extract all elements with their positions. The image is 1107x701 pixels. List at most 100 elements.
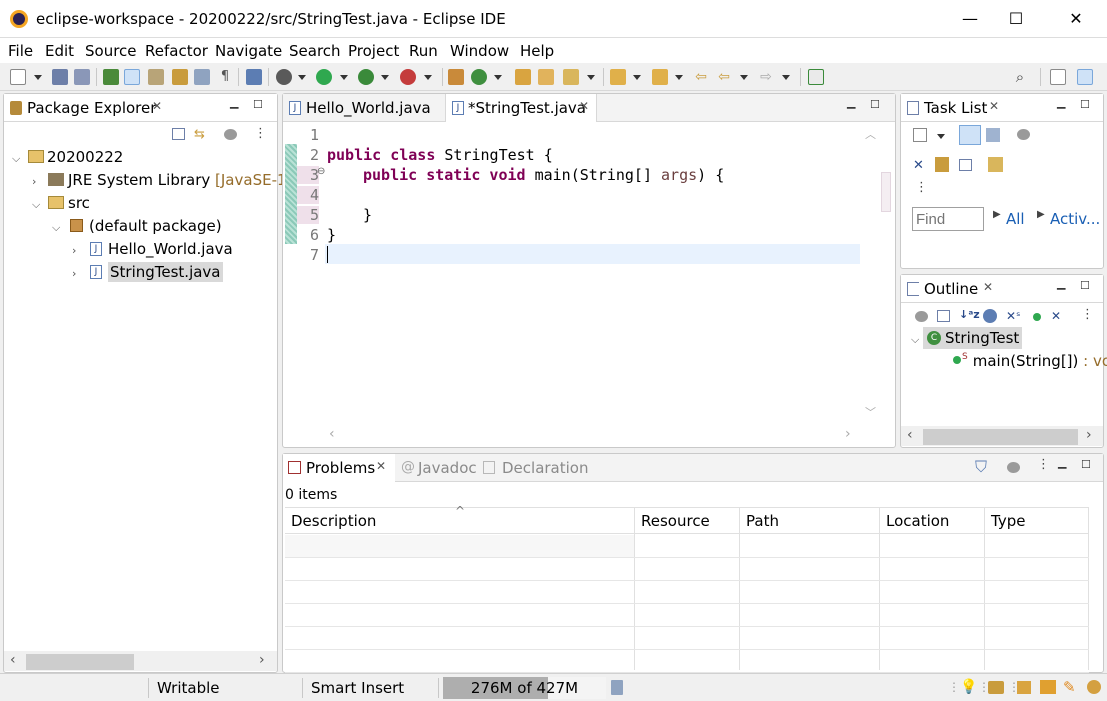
close-button[interactable]: ✕ bbox=[1053, 0, 1099, 38]
notifications-icon[interactable] bbox=[1087, 680, 1101, 694]
menu-search[interactable]: Search bbox=[289, 42, 341, 60]
activate-link[interactable]: Activ... bbox=[1050, 210, 1100, 228]
task-find-input[interactable] bbox=[912, 207, 984, 231]
scroll-thumb[interactable] bbox=[923, 429, 1078, 445]
hide-local-types-icon[interactable]: ✕ bbox=[1051, 309, 1061, 323]
hide-non-public-icon[interactable] bbox=[1033, 313, 1041, 321]
book-icon[interactable] bbox=[1017, 681, 1031, 694]
new-icon[interactable] bbox=[10, 69, 26, 85]
graduation-cap-icon[interactable] bbox=[1040, 680, 1056, 694]
new-class-icon[interactable] bbox=[471, 69, 487, 85]
external-tools-icon[interactable] bbox=[400, 69, 416, 85]
filter-icon[interactable] bbox=[1017, 129, 1030, 140]
open-type-icon[interactable] bbox=[103, 69, 119, 85]
last-edit-icon[interactable]: ⇦ bbox=[693, 69, 709, 85]
editor-vertical-scrollbar[interactable]: ︿ ﹀ bbox=[860, 124, 880, 424]
editor-horizontal-scrollbar[interactable]: ‹ › bbox=[325, 426, 860, 444]
forward-dropdown-icon[interactable] bbox=[782, 75, 790, 80]
heap-status[interactable]: 276M of 427M bbox=[443, 677, 606, 699]
scroll-left-icon[interactable]: ‹ bbox=[907, 427, 913, 443]
forward-icon[interactable]: ⇨ bbox=[758, 69, 774, 85]
block-icon[interactable] bbox=[194, 69, 210, 85]
code-area[interactable]: public class StringTest { public static … bbox=[325, 124, 860, 424]
external-tools-dropdown-icon[interactable] bbox=[424, 75, 432, 80]
minimize-view-icon[interactable]: ▁ bbox=[1057, 96, 1065, 109]
maximize-view-icon[interactable]: ☐ bbox=[1080, 98, 1090, 111]
new-task-icon[interactable] bbox=[913, 128, 927, 142]
close-tab-icon[interactable]: ✕ bbox=[989, 99, 999, 113]
sort-icon[interactable]: ↓ᵃz bbox=[959, 308, 980, 321]
previous-annotation-icon[interactable] bbox=[652, 69, 668, 85]
outline-horizontal-scrollbar[interactable]: ‹ › bbox=[901, 426, 1103, 446]
synchronize-icon[interactable] bbox=[988, 157, 1003, 172]
task-list-tab[interactable]: Task List bbox=[924, 94, 987, 122]
menu-window[interactable]: Window bbox=[450, 42, 509, 60]
minimize-button[interactable]: — bbox=[947, 0, 993, 38]
open-perspective-icon[interactable] bbox=[1050, 69, 1066, 85]
maximize-view-icon[interactable]: ☐ bbox=[1080, 279, 1090, 292]
previous-annotation-dropdown-icon[interactable] bbox=[675, 75, 683, 80]
collapse-all-icon[interactable] bbox=[172, 128, 185, 140]
maximize-button[interactable]: ☐ bbox=[993, 0, 1039, 38]
filter-icon[interactable] bbox=[224, 129, 237, 140]
tab-stringtest[interactable]: J *StringTest.java ✕ bbox=[445, 94, 597, 122]
menu-source[interactable]: Source bbox=[85, 42, 137, 60]
menu-help[interactable]: Help bbox=[520, 42, 554, 60]
hide-completed-icon[interactable]: ✕ bbox=[913, 158, 927, 173]
open-resource-icon[interactable] bbox=[538, 69, 554, 85]
menu-project[interactable]: Project bbox=[348, 42, 399, 60]
close-tab-icon[interactable]: ✕ bbox=[376, 459, 386, 473]
outline-class-node[interactable]: ⌵ C StringTest bbox=[911, 327, 1023, 349]
scheduled-icon[interactable] bbox=[986, 128, 1000, 142]
scroll-thumb[interactable] bbox=[26, 654, 134, 670]
column-header-location[interactable]: Location bbox=[886, 512, 949, 530]
column-header-resource[interactable]: Resource bbox=[641, 512, 710, 530]
column-header-path[interactable]: Path bbox=[746, 512, 779, 530]
minimize-view-icon[interactable]: ▁ bbox=[1057, 277, 1065, 290]
new-class-dropdown-icon[interactable] bbox=[494, 75, 502, 80]
menu-file[interactable]: File bbox=[8, 42, 33, 60]
scroll-right-icon[interactable]: › bbox=[845, 426, 851, 442]
back-dropdown-icon[interactable] bbox=[740, 75, 748, 80]
edit-icon[interactable] bbox=[148, 69, 164, 85]
open-folder-icon[interactable] bbox=[515, 69, 531, 85]
garbage-collect-icon[interactable] bbox=[611, 680, 623, 695]
package-explorer-tab[interactable]: Package Explorer bbox=[27, 94, 156, 122]
hide-fields-icon[interactable] bbox=[983, 309, 997, 323]
tree-file-hello-world[interactable]: › J Hello_World.java bbox=[72, 240, 233, 258]
outline-method-node[interactable]: Smain(String[]) : voi bbox=[953, 352, 1107, 370]
run-dropdown-icon[interactable] bbox=[340, 75, 348, 80]
java-perspective-icon[interactable] bbox=[1077, 69, 1093, 85]
tab-javadoc[interactable]: @ Javadoc bbox=[401, 454, 479, 482]
hide-static-icon[interactable]: ✕ˢ bbox=[1006, 309, 1021, 323]
scroll-right-icon[interactable]: › bbox=[259, 652, 265, 668]
tree-file-stringtest[interactable]: › J StringTest.java bbox=[72, 262, 223, 282]
new-package-icon[interactable] bbox=[448, 69, 464, 85]
scroll-down-icon[interactable]: ﹀ bbox=[865, 404, 876, 420]
coverage-icon[interactable] bbox=[358, 69, 374, 85]
focus-active-task-icon[interactable] bbox=[915, 311, 928, 322]
next-annotation-dropdown-icon[interactable] bbox=[633, 75, 641, 80]
menu-edit[interactable]: Edit bbox=[45, 42, 74, 60]
scroll-left-icon[interactable]: ‹ bbox=[329, 426, 335, 442]
debug-dropdown-icon[interactable] bbox=[298, 75, 306, 80]
close-tab-icon[interactable]: ✕ bbox=[152, 99, 162, 113]
minimize-view-icon[interactable]: ▁ bbox=[230, 96, 238, 109]
outline-tab[interactable]: Outline bbox=[924, 275, 978, 303]
save-icon[interactable] bbox=[52, 69, 68, 85]
minimize-view-icon[interactable]: ▁ bbox=[1058, 456, 1066, 469]
scroll-right-icon[interactable]: › bbox=[1086, 427, 1092, 443]
menu-navigate[interactable]: Navigate bbox=[215, 42, 282, 60]
maximize-view-icon[interactable]: ☐ bbox=[1081, 458, 1091, 471]
close-tab-icon[interactable]: ✕ bbox=[579, 99, 589, 113]
task-icon[interactable] bbox=[172, 69, 188, 85]
scroll-left-icon[interactable]: ‹ bbox=[10, 652, 16, 668]
collapse-all-icon[interactable] bbox=[937, 310, 950, 322]
save-all-icon[interactable] bbox=[74, 69, 90, 85]
minimize-view-icon[interactable]: ▁ bbox=[847, 96, 855, 109]
tree-jre[interactable]: › JRE System Library [JavaSE-13] bbox=[32, 171, 302, 189]
maximize-view-icon[interactable]: ☐ bbox=[253, 98, 263, 111]
view-menu-icon[interactable]: ⋮ bbox=[254, 126, 267, 141]
pencil-dropdown-icon[interactable] bbox=[587, 75, 595, 80]
view-menu-icon[interactable]: ⋮ bbox=[1081, 307, 1094, 322]
